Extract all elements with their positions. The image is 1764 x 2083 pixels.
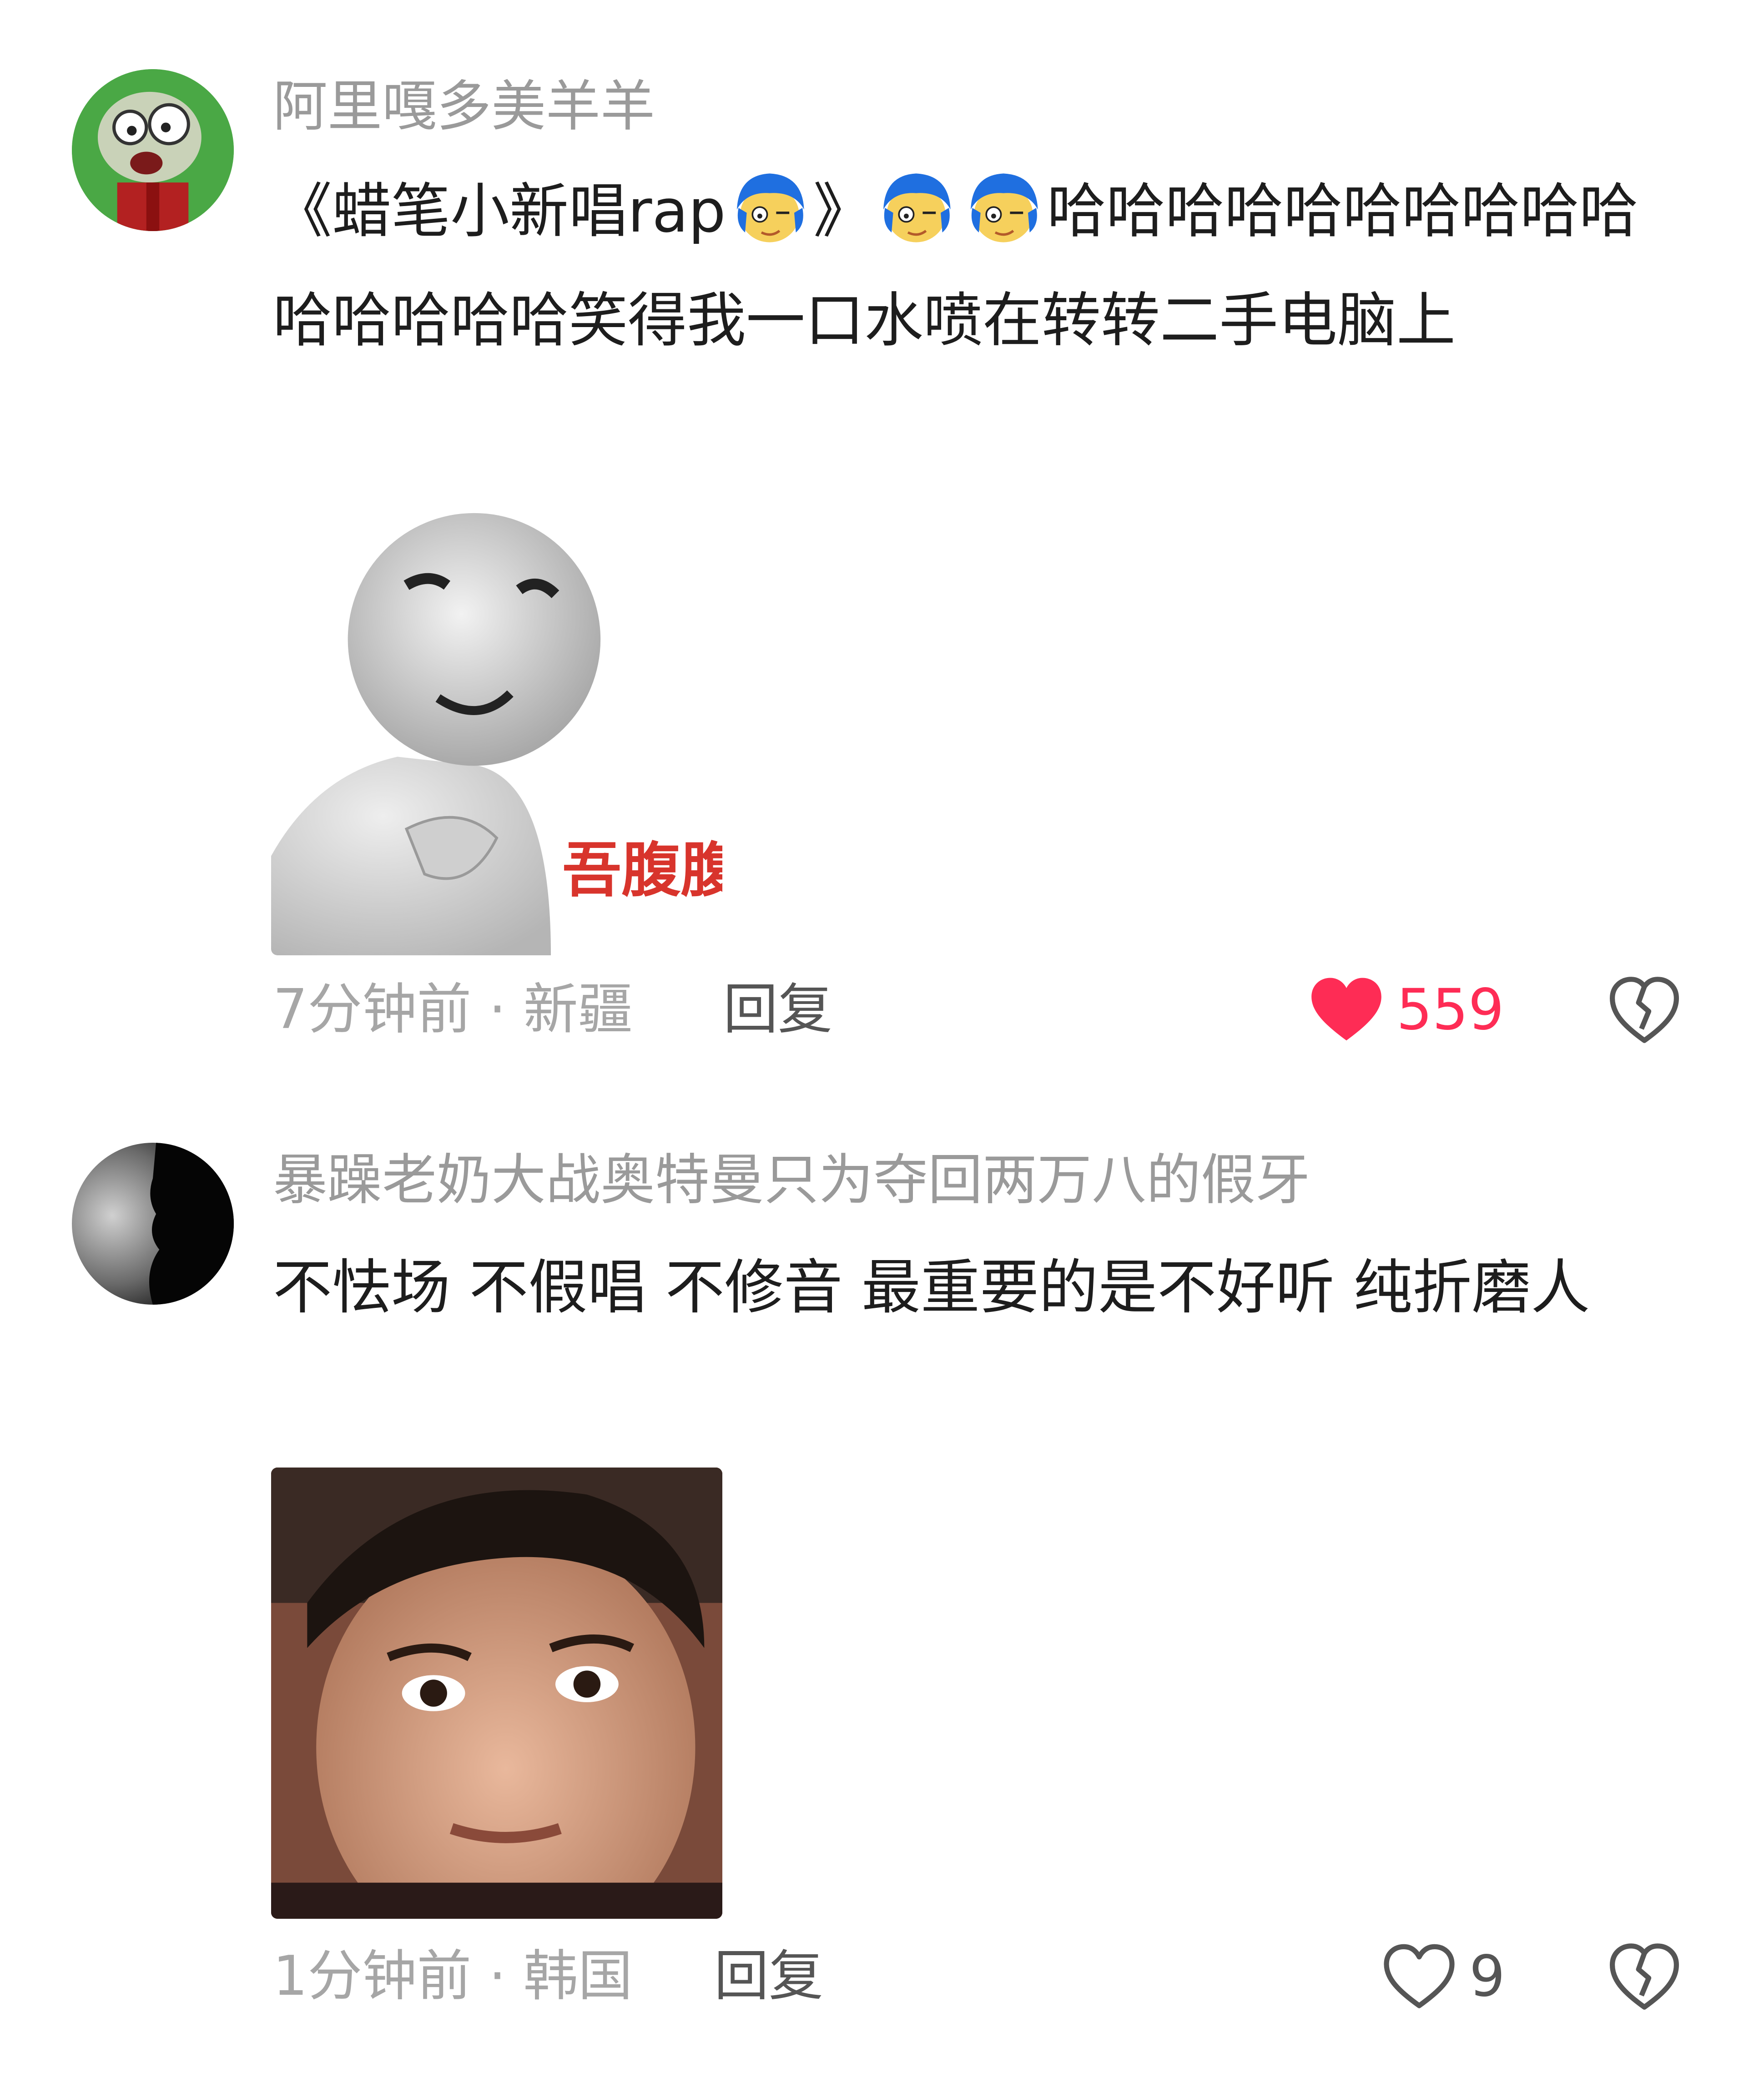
comment-sticker-image[interactable]: 吾腹腹 bbox=[271, 504, 722, 955]
comment-username[interactable]: 暴躁老奶大战奥特曼只为夺回两万八的假牙 bbox=[273, 1146, 1310, 1215]
silhouette-avatar-icon bbox=[72, 1143, 234, 1305]
comment-text: 不怯场 不假唱 不修音 最重要的是不好听 纯折磨人 bbox=[273, 1253, 1590, 1322]
blue-hair-face-emoji-icon bbox=[729, 167, 811, 249]
user-avatar[interactable] bbox=[72, 69, 234, 231]
blue-hair-face-emoji-icon bbox=[963, 167, 1044, 249]
dislike-button[interactable] bbox=[1608, 1940, 1681, 2013]
user-avatar[interactable] bbox=[72, 1143, 234, 1305]
blue-hair-face-emoji-icon bbox=[875, 167, 957, 249]
zombie-avatar-icon bbox=[72, 69, 234, 231]
heart-filled-icon bbox=[1311, 978, 1381, 1041]
comment-time-location: 7分钟前 · 新疆 bbox=[273, 978, 633, 1041]
heart-outline-icon bbox=[1384, 1944, 1455, 2008]
reply-button[interactable]: 回复 bbox=[723, 973, 832, 1046]
broken-heart-icon bbox=[1610, 1943, 1679, 2010]
like-count: 559 bbox=[1396, 977, 1504, 1043]
like-button[interactable]: 559 bbox=[1310, 973, 1504, 1046]
sticker-caption: 吾腹腹 bbox=[562, 836, 722, 905]
comment-sticker-image[interactable] bbox=[271, 1468, 722, 1919]
reply-button[interactable]: 回复 bbox=[714, 1940, 823, 2013]
like-button[interactable]: 9 bbox=[1383, 1940, 1505, 2013]
dislike-button[interactable] bbox=[1608, 973, 1681, 1046]
comment-text-part: 》 bbox=[813, 177, 872, 246]
comment-time-location: 1分钟前 · 韩国 bbox=[273, 1945, 633, 2008]
like-count: 9 bbox=[1469, 1944, 1505, 2009]
comment-text-part: 《蜡笔小新唱rap bbox=[273, 177, 726, 246]
comment-username[interactable]: 阿里嘎多美羊羊 bbox=[273, 73, 655, 141]
broken-heart-icon bbox=[1610, 977, 1679, 1043]
comment-text: 《蜡笔小新唱rap 》哈哈哈哈哈哈哈哈哈哈哈哈哈哈哈笑得我一口水喷在转转二手电脑上 bbox=[273, 156, 1683, 375]
